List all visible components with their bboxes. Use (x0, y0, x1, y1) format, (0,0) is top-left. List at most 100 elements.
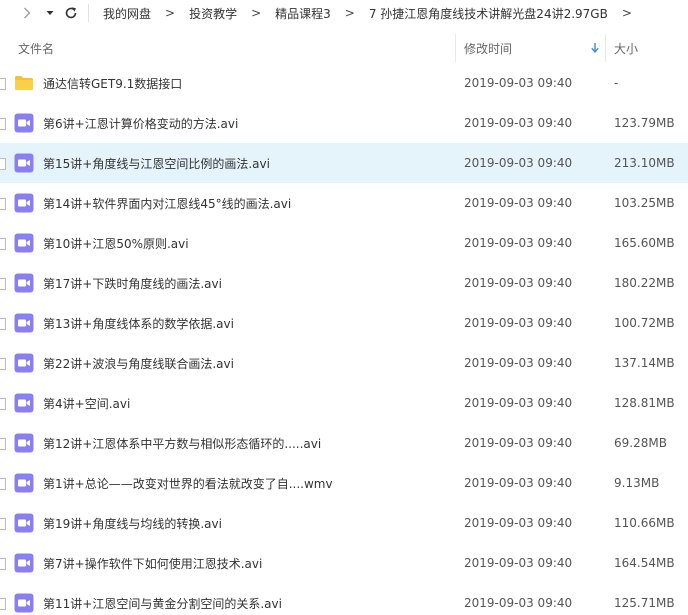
file-modified-date: 2019-09-03 09:40 (464, 436, 573, 450)
file-size: 180.22MB (614, 276, 675, 290)
row-checkbox[interactable] (0, 318, 6, 330)
video-file-icon (14, 593, 34, 613)
refresh-button[interactable] (62, 3, 80, 23)
video-file-icon (14, 433, 34, 453)
file-list: 通达信转GET9.1数据接口 2019-09-03 09:40 - 第6讲+江恩计算价… (0, 63, 688, 615)
file-name[interactable]: 第4讲+空间.avi (43, 383, 453, 423)
file-modified-date: 2019-09-03 09:40 (464, 556, 573, 570)
file-row[interactable]: 第10讲+江恩50%原则.avi 2019-09-03 09:40 165.60MB (0, 223, 688, 263)
breadcrumb-item-current[interactable]: 7 孙捷江恩角度线技术讲解光盘24讲2.97GB (369, 5, 608, 22)
file-size: 164.54MB (614, 556, 675, 570)
video-file-icon (14, 513, 34, 533)
file-modified-date: 2019-09-03 09:40 (464, 396, 573, 410)
file-row[interactable]: 第17讲+下跌时角度线的画法.avi 2019-09-03 09:40 180.22… (0, 263, 688, 303)
row-checkbox[interactable] (0, 398, 6, 410)
file-size: 9.13MB (614, 476, 660, 490)
breadcrumb-item-invest[interactable]: 投资教学 (189, 5, 237, 22)
breadcrumb-separator[interactable]: > (622, 6, 632, 20)
file-name[interactable]: 第14讲+软件界面内对江恩线45°线的画法.avi (43, 183, 453, 223)
file-manager-window: 我的网盘 > 投资教学 > 精品课程3 > 7 孙捷江恩角度线技术讲解光盘24讲… (0, 0, 688, 615)
file-size: - (614, 76, 619, 90)
file-modified-date: 2019-09-03 09:40 (464, 516, 573, 530)
file-modified-date: 2019-09-03 09:40 (464, 156, 573, 170)
toolbar: 我的网盘 > 投资教学 > 精品课程3 > 7 孙捷江恩角度线技术讲解光盘24讲… (0, 0, 688, 26)
file-size: 100.72MB (614, 316, 675, 330)
caret-down-icon (46, 11, 54, 15)
file-size: 123.79MB (614, 116, 675, 130)
file-size: 125.71MB (614, 596, 675, 610)
file-name[interactable]: 第12讲+江恩体系中平方数与相似形态循环的.....avi (43, 423, 453, 463)
video-file-icon (14, 153, 34, 173)
file-modified-date: 2019-09-03 09:40 (464, 596, 573, 610)
video-file-icon (14, 353, 34, 373)
row-checkbox[interactable] (0, 598, 6, 610)
file-name[interactable]: 第15讲+角度线与江恩空间比例的画法.avi (43, 143, 453, 183)
file-row[interactable]: 第7讲+操作软件下如何使用江恩技术.avi 2019-09-03 09:40 164… (0, 543, 688, 583)
file-row[interactable]: 第15讲+角度线与江恩空间比例的画法.avi 2019-09-03 09:40 21… (0, 143, 688, 183)
file-name[interactable]: 第13讲+角度线体系的数学依据.avi (43, 303, 453, 343)
file-name[interactable]: 第7讲+操作软件下如何使用江恩技术.avi (43, 543, 453, 583)
file-modified-date: 2019-09-03 09:40 (464, 356, 573, 370)
file-row[interactable]: 第4讲+空间.avi 2019-09-03 09:40 128.81MB (0, 383, 688, 423)
forward-button[interactable] (20, 3, 34, 23)
row-checkbox[interactable] (0, 158, 6, 170)
file-row[interactable]: 通达信转GET9.1数据接口 2019-09-03 09:40 - (0, 63, 688, 103)
row-checkbox[interactable] (0, 278, 6, 290)
column-header-size[interactable]: 大小 (614, 34, 688, 62)
file-row[interactable]: 第6讲+江恩计算价格变动的方法.avi 2019-09-03 09:40 123.7… (0, 103, 688, 143)
row-checkbox[interactable] (0, 358, 6, 370)
row-checkbox[interactable] (0, 238, 6, 250)
file-name[interactable]: 第19讲+角度线与均线的转换.avi (43, 503, 453, 543)
breadcrumb-item-course[interactable]: 精品课程3 (275, 5, 331, 22)
row-checkbox[interactable] (0, 198, 6, 210)
row-checkbox[interactable] (0, 478, 6, 490)
column-divider[interactable] (605, 34, 606, 62)
video-file-icon (14, 273, 34, 293)
file-modified-date: 2019-09-03 09:40 (464, 316, 573, 330)
breadcrumb: 我的网盘 > 投资教学 > 精品课程3 > 7 孙捷江恩角度线技术讲解光盘24讲… (103, 3, 646, 23)
video-file-icon (14, 193, 34, 213)
row-checkbox[interactable] (0, 518, 6, 530)
column-header-name[interactable]: 文件名 (18, 34, 453, 62)
file-name[interactable]: 第1讲+总论——改变对世界的看法就改变了自....wmv (43, 463, 453, 503)
file-size: 213.10MB (614, 156, 675, 170)
file-row[interactable]: 第14讲+软件界面内对江恩线45°线的画法.avi 2019-09-03 09:4… (0, 183, 688, 223)
breadcrumb-separator: > (251, 6, 262, 20)
row-checkbox[interactable] (0, 118, 6, 130)
file-size: 110.66MB (614, 516, 675, 530)
file-name[interactable]: 通达信转GET9.1数据接口 (43, 63, 453, 103)
sort-down-icon (591, 43, 599, 54)
file-row[interactable]: 第22讲+波浪与角度线联合画法.avi 2019-09-03 09:40 137.1… (0, 343, 688, 383)
breadcrumb-item-root[interactable]: 我的网盘 (103, 5, 151, 22)
history-dropdown-button[interactable] (44, 3, 56, 23)
row-checkbox[interactable] (0, 558, 6, 570)
file-modified-date: 2019-09-03 09:40 (464, 76, 573, 90)
chevron-right-icon (24, 7, 31, 19)
row-checkbox[interactable] (0, 78, 6, 90)
file-name[interactable]: 第22讲+波浪与角度线联合画法.avi (43, 343, 453, 383)
file-row[interactable]: 第1讲+总论——改变对世界的看法就改变了自....wmv 2019-09-03 0… (0, 463, 688, 503)
breadcrumb-separator: > (165, 6, 176, 20)
column-divider[interactable] (455, 34, 456, 62)
file-name[interactable]: 第17讲+下跌时角度线的画法.avi (43, 263, 453, 303)
video-file-icon (14, 313, 34, 333)
file-size: 103.25MB (614, 196, 675, 210)
folder-icon (14, 73, 34, 93)
file-modified-date: 2019-09-03 09:40 (464, 116, 573, 130)
file-name[interactable]: 第11讲+江恩空间与黄金分割空间的关系.avi (43, 583, 453, 615)
file-name[interactable]: 第10讲+江恩50%原则.avi (43, 223, 453, 263)
video-file-icon (14, 553, 34, 573)
file-row[interactable]: 第13讲+角度线体系的数学依据.avi 2019-09-03 09:40 100.7… (0, 303, 688, 343)
file-modified-date: 2019-09-03 09:40 (464, 476, 573, 490)
toolbar-divider (88, 4, 89, 22)
column-header-date[interactable]: 修改时间 (464, 34, 604, 62)
file-size: 165.60MB (614, 236, 675, 250)
file-size: 69.28MB (614, 436, 667, 450)
file-name[interactable]: 第6讲+江恩计算价格变动的方法.avi (43, 103, 453, 143)
file-list-header: 文件名 修改时间 大小 (0, 34, 688, 62)
file-row[interactable]: 第19讲+角度线与均线的转换.avi 2019-09-03 09:40 110.66… (0, 503, 688, 543)
video-file-icon (14, 393, 34, 413)
row-checkbox[interactable] (0, 438, 6, 450)
file-row[interactable]: 第12讲+江恩体系中平方数与相似形态循环的.....avi 2019-09-03 … (0, 423, 688, 463)
file-row[interactable]: 第11讲+江恩空间与黄金分割空间的关系.avi 2019-09-03 09:40 1… (0, 583, 688, 615)
